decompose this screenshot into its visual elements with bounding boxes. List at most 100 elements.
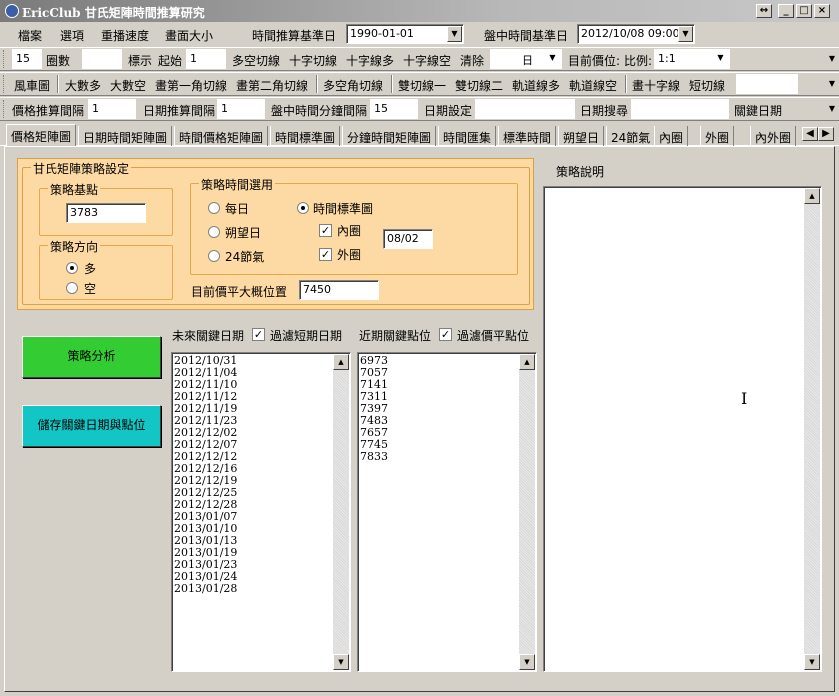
toolbar-2-input[interactable] — [736, 74, 798, 94]
scroll-up-icon[interactable]: ▲ — [804, 188, 820, 204]
scroll-down-icon[interactable]: ▼ — [804, 654, 820, 670]
tab-lunar[interactable]: 朔望日 — [558, 126, 605, 146]
chevron-down-icon[interactable]: ▼ — [678, 26, 693, 42]
tab-minute-matrix[interactable]: 分鐘時間矩陣圖 — [342, 126, 437, 146]
clear-button[interactable]: 清除 — [460, 52, 484, 69]
price-interval-input[interactable]: 1 — [88, 99, 136, 119]
mark-button[interactable]: 標示 — [128, 52, 152, 69]
tab-standard-time[interactable]: 標準時間 — [498, 126, 557, 146]
toolbar-grip[interactable] — [3, 100, 6, 118]
tab-date-time-matrix[interactable]: 日期時間矩陣圖 — [78, 126, 173, 146]
cross-short-button[interactable]: 十字線空 — [403, 52, 451, 69]
cross-long-button[interactable]: 十字線多 — [346, 52, 394, 69]
time-standard-radio[interactable] — [297, 202, 309, 214]
menu-file[interactable]: 檔案 — [18, 27, 42, 44]
short-cut-button[interactable]: 短切線 — [689, 77, 725, 94]
long-short-cut-button[interactable]: 多空切線 — [232, 52, 280, 69]
strategy-base-input[interactable]: 3783 — [66, 203, 146, 223]
key-prices-scrollbar[interactable]: ▲ ▼ — [519, 354, 535, 670]
chevron-down-icon[interactable]: ▼ — [545, 51, 560, 67]
second-angle-button[interactable]: 畫第二角切線 — [236, 77, 308, 94]
big-short-button[interactable]: 大數空 — [110, 77, 146, 94]
mid-interval-input[interactable]: 15 — [370, 99, 418, 119]
tab-time-gather[interactable]: 時間匯集 — [438, 126, 497, 146]
toolbar-overflow-icon[interactable]: ▼ — [829, 54, 835, 63]
filter-short-dates-checkbox[interactable]: ✓ — [252, 328, 265, 341]
scroll-down-icon[interactable]: ▼ — [519, 654, 535, 670]
analyze-button[interactable]: 策略分析 — [22, 336, 161, 378]
cross-cut-button[interactable]: 十字切線 — [289, 52, 337, 69]
mid-time-value: 2012/10/08 09:00 — [581, 27, 680, 40]
list-item[interactable]: 7833 — [360, 451, 388, 463]
start-input[interactable]: 1 — [186, 49, 226, 69]
inner-checkbox[interactable]: ✓ — [319, 224, 332, 237]
toolbar-grip[interactable] — [3, 50, 6, 68]
count-input[interactable]: 15 — [12, 49, 42, 69]
scroll-up-icon[interactable]: ▲ — [333, 354, 349, 370]
tab-price-matrix[interactable]: 價格矩陣圖 — [6, 124, 77, 146]
long-short-angle-button[interactable]: 多空角切線 — [323, 77, 383, 94]
key-prices-list[interactable]: 6973 7057 7141 7311 7397 7483 7657 7745 7833 ▲ ▼ — [357, 352, 537, 672]
ratio-value: 1:1 — [658, 52, 676, 65]
list-item[interactable]: 2013/01/28 — [174, 583, 237, 595]
menu-options[interactable]: 選項 — [60, 27, 84, 44]
base-time-select[interactable]: 1990-01-01 ▼ — [346, 24, 464, 44]
first-angle-button[interactable]: 畫第一角切線 — [155, 77, 227, 94]
description-scrollbar[interactable]: ▲ ▼ — [804, 188, 820, 670]
toolbar-3: 價格推算間隔 1 日期推算間隔 1 盤中時間分鐘間隔 15 日期設定 日期搜尋 … — [0, 97, 839, 121]
toolbar-grip[interactable] — [3, 75, 6, 93]
future-dates-list[interactable]: 2012/10/31 2012/11/04 2012/11/10 2012/11/12… — [171, 352, 351, 672]
date-set-input[interactable] — [475, 99, 575, 119]
filter-prices-checkbox[interactable]: ✓ — [439, 328, 452, 341]
tab-time-price-matrix[interactable]: 時間價格矩陣圖 — [174, 126, 269, 146]
mark-input[interactable] — [82, 49, 122, 69]
time-daily-radio[interactable] — [208, 202, 220, 214]
chevron-down-icon[interactable]: ▼ — [713, 51, 728, 67]
scroll-down-icon[interactable]: ▼ — [333, 654, 349, 670]
scroll-up-icon[interactable]: ▲ — [519, 354, 535, 370]
direction-short-radio[interactable] — [66, 282, 78, 294]
base-time-value: 1990-01-01 — [350, 27, 414, 40]
toolbar-overflow-icon[interactable]: ▼ — [829, 104, 835, 113]
date-search-input[interactable] — [631, 99, 729, 119]
tab-inner[interactable]: 內圈 — [654, 126, 689, 146]
chevron-down-icon[interactable]: ▼ — [447, 26, 462, 42]
mid-time-select[interactable]: 2012/10/08 09:00 ▼ — [577, 24, 695, 44]
tab-solar-terms[interactable]: 24節氣 — [606, 126, 656, 146]
tab-scroll-left-icon[interactable]: ◀ — [802, 127, 818, 141]
time-lunar-radio[interactable] — [208, 226, 220, 238]
close-button[interactable]: × — [814, 4, 830, 18]
big-long-button[interactable]: 大數多 — [65, 77, 101, 94]
inner-label: 內圈 — [337, 224, 362, 238]
save-key-dates-button[interactable]: 儲存關鍵日期與點位 — [22, 405, 161, 447]
time-solar-radio[interactable] — [208, 250, 220, 262]
direction-long-radio[interactable] — [66, 262, 78, 274]
strategy-time-group: 策略時間選用 每日 朔望日 24節氣 時間標準圖 ✓ 內圈 ✓ 外圈 08/02 — [190, 176, 518, 275]
clear-select[interactable]: 日 ▼ — [490, 49, 562, 69]
minimize-button[interactable]: _ — [778, 4, 794, 18]
channel-short-button[interactable]: 軌道線空 — [569, 77, 617, 94]
tab-outer[interactable]: 外圈 — [700, 126, 735, 146]
tab-inner-outer[interactable]: 內外圈 — [750, 126, 797, 146]
menu-replay-speed[interactable]: 重播速度 — [101, 27, 149, 44]
key-date-label[interactable]: 關鍵日期 — [734, 102, 782, 119]
description-textarea[interactable]: I ▲ ▼ — [543, 186, 822, 672]
date-input[interactable]: 08/02 — [383, 229, 433, 249]
double-cut-2-button[interactable]: 雙切線二 — [455, 77, 503, 94]
future-dates-scrollbar[interactable]: ▲ ▼ — [333, 354, 349, 670]
date-interval-input[interactable]: 1 — [217, 99, 265, 119]
windmill-button[interactable]: 風車圖 — [14, 77, 50, 94]
tab-time-standard[interactable]: 時間標準圖 — [270, 126, 341, 146]
toolbar-overflow-icon[interactable]: ▼ — [829, 79, 835, 88]
ratio-select[interactable]: 1:1 ▼ — [654, 49, 730, 69]
resize-button[interactable]: ↔ — [756, 4, 772, 18]
maximize-button[interactable]: □ — [796, 4, 812, 18]
channel-long-button[interactable]: 軌道線多 — [512, 77, 560, 94]
menu-screen-size[interactable]: 畫面大小 — [165, 27, 213, 44]
start-label: 起始 — [158, 54, 183, 68]
outer-checkbox[interactable]: ✓ — [319, 248, 332, 261]
tab-scroll-right-icon[interactable]: ▶ — [818, 127, 834, 141]
double-cut-1-button[interactable]: 雙切線一 — [398, 77, 446, 94]
draw-cross-button[interactable]: 畫十字線 — [632, 77, 680, 94]
current-price-input[interactable]: 7450 — [299, 280, 379, 300]
